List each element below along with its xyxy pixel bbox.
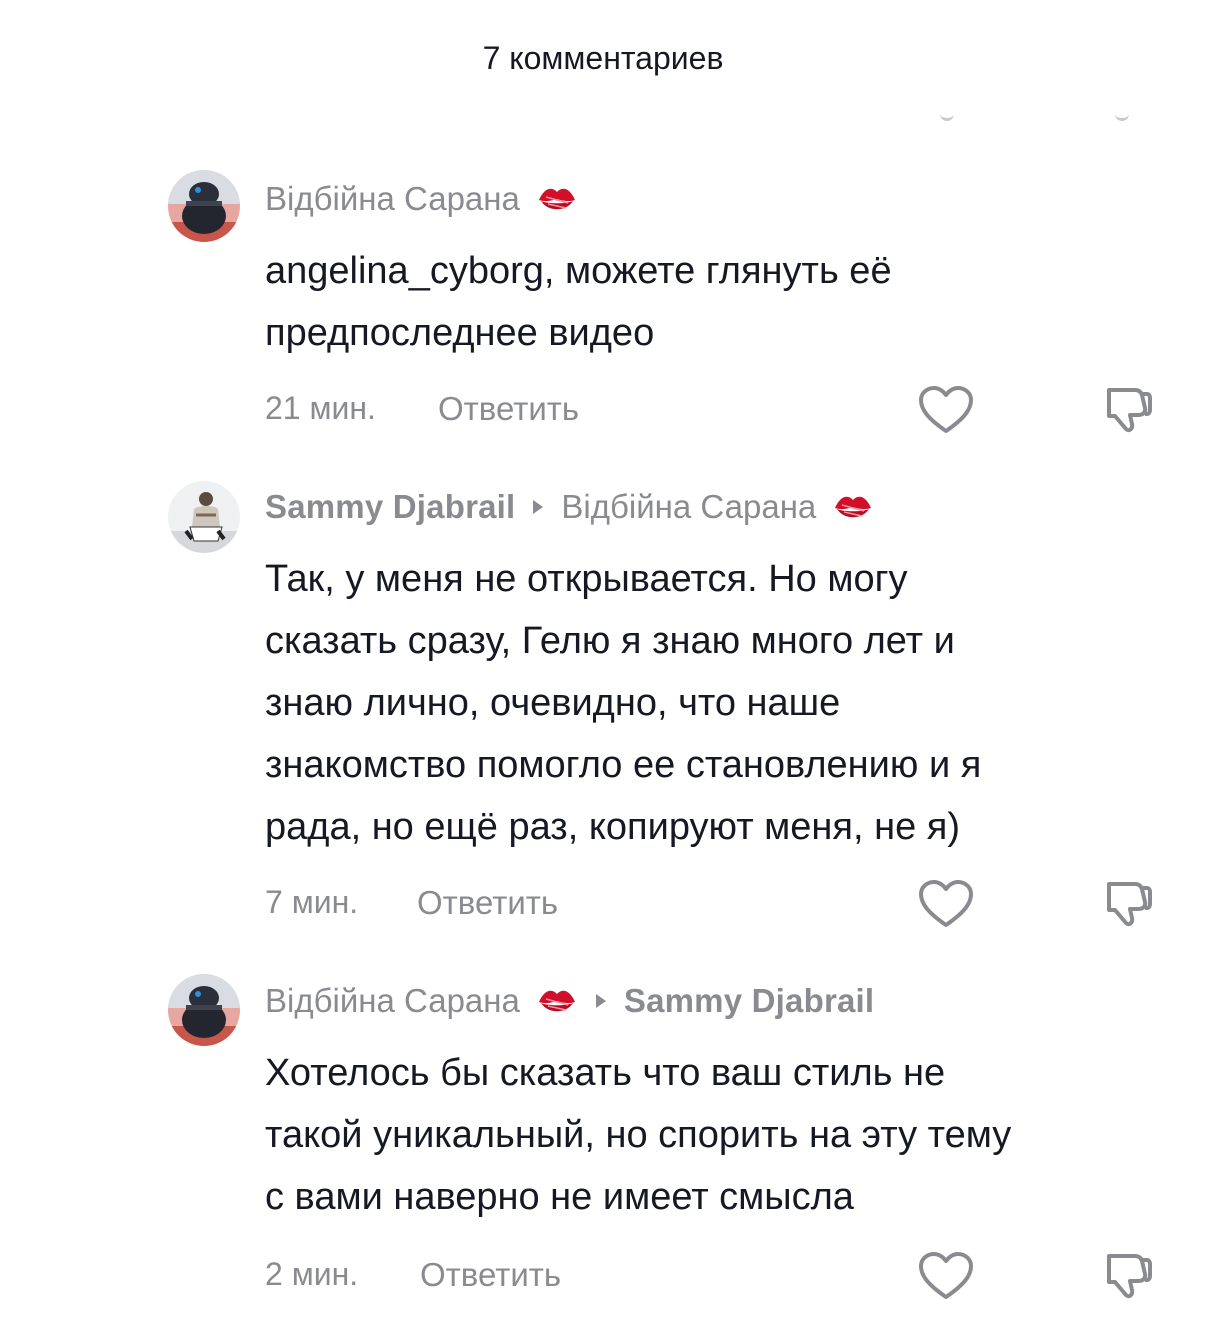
avatar[interactable] xyxy=(168,170,240,242)
reply-button[interactable]: Ответить xyxy=(420,1256,561,1294)
comment-time: 21 мин. xyxy=(265,390,376,426)
scroll-fade xyxy=(0,108,1206,128)
author-name[interactable]: Sammy Djabrail xyxy=(265,488,515,526)
kiss-mark-icon xyxy=(536,182,578,216)
comment-actions: 7 мин. Ответить xyxy=(265,878,1165,928)
comment-meta: Відбійна Сарана Sammy Djabrail xyxy=(265,982,874,1020)
comment-meta: Відбійна Сарана xyxy=(265,180,578,218)
comment-actions: 2 мин. Ответить xyxy=(265,1250,1165,1300)
comment-text-line: рада, но ещё раз, копируют меня, не я) xyxy=(265,806,961,848)
like-heart-icon[interactable] xyxy=(917,1250,975,1307)
kiss-mark-icon xyxy=(536,984,578,1018)
comment-actions: 21 мин. Ответить xyxy=(265,384,1165,434)
comment-text: Так, у меня не открывается. Но могу сказ… xyxy=(265,548,1165,858)
reply-arrow-icon xyxy=(595,994,606,1008)
reply-button[interactable]: Ответить xyxy=(438,390,579,428)
reply-button[interactable]: Ответить xyxy=(417,884,558,922)
avatar[interactable] xyxy=(168,481,240,553)
comment-text-line: Так, у меня не открывается. Но могу xyxy=(265,558,908,600)
dislike-thumb-icon[interactable] xyxy=(1101,878,1157,935)
fade-edge-mark xyxy=(1115,114,1129,121)
comment-text-line: предпоследнее видео xyxy=(265,312,655,354)
comment-meta: Sammy Djabrail Відбійна Сарана xyxy=(265,488,874,526)
kiss-mark-icon xyxy=(832,490,874,524)
comment-text-line: знаю лично, очевидно, что наше xyxy=(265,682,841,724)
comment-text-line: сказать сразу, Гелю я знаю много лет и xyxy=(265,620,955,662)
comment-text-line: Хотелось бы сказать что ваш стиль не xyxy=(265,1052,946,1094)
like-heart-icon[interactable] xyxy=(917,878,975,935)
author-name[interactable]: Відбійна Сарана xyxy=(265,180,520,218)
avatar[interactable] xyxy=(168,974,240,1046)
comment-text-line: angelina_cyborg, можете глянуть её xyxy=(265,250,892,292)
dislike-thumb-icon[interactable] xyxy=(1101,1250,1157,1307)
reply-arrow-icon xyxy=(533,500,544,514)
comment-time: 7 мин. xyxy=(265,884,359,920)
comments-count-title: 7 комментариев xyxy=(482,40,724,76)
fade-edge-mark xyxy=(940,114,954,121)
reply-to-name[interactable]: Sammy Djabrail xyxy=(624,982,874,1020)
dislike-thumb-icon[interactable] xyxy=(1101,384,1157,441)
comment-text-line: такой уникальный, но спорить на эту тему xyxy=(265,1114,1012,1156)
reply-to-name[interactable]: Відбійна Сарана xyxy=(561,488,816,526)
comment-text: angelina_cyborg, можете глянуть её предп… xyxy=(265,240,1165,364)
comment-text-line: с вами наверно не имеет смысла xyxy=(265,1176,854,1218)
author-name[interactable]: Відбійна Сарана xyxy=(265,982,520,1020)
like-heart-icon[interactable] xyxy=(917,384,975,441)
comment-text-line: знакомство помогло ее становлению и я xyxy=(265,744,982,786)
comment-text: Хотелось бы сказать что ваш стиль не так… xyxy=(265,1042,1165,1228)
comment-time: 2 мин. xyxy=(265,1256,359,1292)
